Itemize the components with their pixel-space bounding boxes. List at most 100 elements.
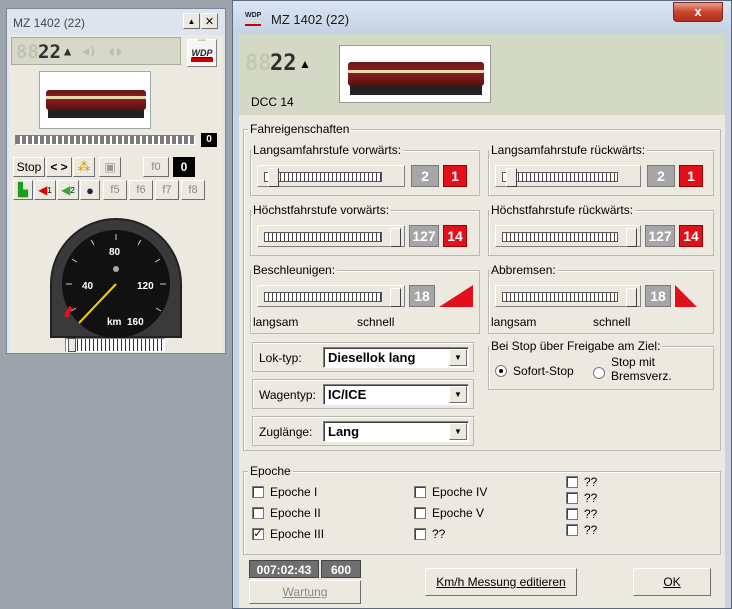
- speed-digits: 22: [38, 41, 61, 63]
- direction-button[interactable]: < >: [46, 157, 72, 177]
- gauge-label-160: 160: [127, 317, 144, 328]
- langsam-vor-slider[interactable]: [257, 165, 405, 187]
- gauge-unit: km: [107, 317, 122, 328]
- main-window-title: MZ 1402 (22): [271, 12, 350, 27]
- chevron-down-icon: ▼: [449, 423, 467, 440]
- sound-button[interactable]: ▣: [99, 157, 121, 177]
- hoechst-rueck-step: 14: [679, 225, 703, 247]
- direction-arrow-icon: ▲: [64, 44, 72, 58]
- messung-button[interactable]: Km/h Messung editieren: [425, 568, 577, 596]
- ok-button[interactable]: OK: [633, 568, 711, 596]
- main-window-titlebar[interactable]: WDP MZ 1402 (22) x: [233, 1, 731, 33]
- hoechst-rueck-group: Höchstfahrstufe rückwärts: 127 14: [488, 203, 714, 256]
- acceleration-ramp-icon: [439, 285, 473, 307]
- fahreigenschaften-group: Fahreigenschaften Langsamfahrstufe vorwä…: [243, 122, 721, 451]
- small-window-titlebar[interactable]: MZ 1402 (22) ▲ ✕: [7, 9, 225, 35]
- abbremsen-slider[interactable]: [495, 285, 641, 307]
- speedometer: 40 80 120 km 160: [50, 218, 182, 338]
- small-window: MZ 1402 (22) ▲ ✕ 88 22 ▲ ◀) ◖◗ """" WDP …: [6, 8, 226, 354]
- train-icon[interactable]: ▙: [13, 180, 33, 200]
- counter-display: 0: [201, 133, 217, 147]
- langsam-rueck-slider[interactable]: [495, 165, 641, 187]
- epoche-label: Epoche II: [270, 506, 321, 520]
- wartung-button[interactable]: Wartung: [249, 580, 361, 604]
- fahreigenschaften-title: Fahreigenschaften: [248, 122, 352, 136]
- speed-slider[interactable]: [65, 338, 165, 352]
- zuglaenge-group: Zuglänge: Lang ▼: [252, 416, 474, 446]
- zuglaenge-select[interactable]: Lang ▼: [323, 421, 469, 442]
- epoche-checkbox[interactable]: [414, 507, 426, 519]
- wdp-app-icon: WDP: [245, 12, 261, 26]
- hoechst-vor-group: Höchstfahrstufe vorwärts: 127 14: [250, 203, 480, 256]
- lok-typ-select[interactable]: Diesellok lang ▼: [323, 347, 469, 368]
- function-strip: [15, 135, 195, 145]
- beschleunigen-value: 18: [409, 285, 435, 307]
- abbremsen-value: 18: [645, 285, 671, 307]
- hoechst-rueck-value: 127: [645, 225, 675, 247]
- epoche-label: Epoche I: [270, 485, 318, 499]
- gauge-label-40: 40: [82, 281, 94, 292]
- header-panel: 88 22 ▲ DCC 14: [239, 33, 725, 115]
- bremsverz-label-1: Stop mit: [611, 355, 656, 369]
- epoche-label: Epoche III: [270, 527, 325, 541]
- beschleunigen-slider[interactable]: [257, 285, 405, 307]
- epoche-checkbox[interactable]: [414, 528, 426, 540]
- hoechst-vor-value: 127: [409, 225, 439, 247]
- wagentyp-label: Wagentyp:: [259, 388, 316, 402]
- time-display: 007:02:43: [249, 560, 319, 578]
- bremsverz-radio[interactable]: [593, 367, 605, 379]
- epoche-checkbox[interactable]: [252, 486, 264, 498]
- epoche-label: Epoche V: [432, 506, 485, 520]
- epoche-checkbox[interactable]: [566, 524, 578, 536]
- bremsverz-label-2: Bremsverz.: [611, 369, 672, 383]
- epoche-title: Epoche: [248, 464, 293, 478]
- speed-digits-dim: 88: [16, 41, 39, 63]
- main-window-body: 88 22 ▲ DCC 14 Fahreigenschaften Langsam…: [239, 33, 725, 608]
- f5-button[interactable]: f5: [103, 180, 127, 200]
- lok-typ-group: Lok-typ: Diesellok lang ▼: [252, 342, 474, 372]
- wdp-logo: """" WDP: [187, 39, 217, 67]
- epoche-checkbox[interactable]: [566, 508, 578, 520]
- f0-button[interactable]: f0: [143, 157, 169, 177]
- zuglaenge-label: Zuglänge:: [259, 425, 313, 439]
- hoechst-rueck-slider[interactable]: [495, 225, 641, 247]
- stop-button[interactable]: Stop: [13, 157, 45, 177]
- gauge-label-80: 80: [109, 247, 121, 258]
- wagentyp-select[interactable]: IC/ICE ▼: [323, 384, 469, 405]
- maximize-button[interactable]: ▲: [183, 13, 200, 29]
- epoche-group: Epoche Epoche I Epoche II ✓ Epoche III Epoch…: [243, 464, 721, 555]
- langsam-vor-group: Langsamfahrstufe vorwärts: 2 1: [250, 143, 480, 196]
- horn1-button[interactable]: ◀ 1: [34, 180, 56, 200]
- close-button[interactable]: ✕: [201, 13, 218, 29]
- epoche-label: ??: [432, 527, 446, 541]
- deceleration-ramp-icon: [675, 285, 697, 307]
- epoche-checkbox[interactable]: [252, 507, 264, 519]
- f7-button[interactable]: f7: [155, 180, 179, 200]
- f8-button[interactable]: f8: [181, 180, 205, 200]
- loco-image: [339, 45, 491, 103]
- f6-button[interactable]: f6: [129, 180, 153, 200]
- epoche-label: Epoche IV: [432, 485, 488, 499]
- wagentyp-group: Wagentyp: IC/ICE ▼: [252, 379, 474, 409]
- epoche-checkbox[interactable]: [414, 486, 426, 498]
- gauge-label-120: 120: [137, 281, 154, 292]
- abbremsen-group: Abbremsen: 18 langsam schnell: [488, 263, 714, 334]
- speed-digits-dim: 88: [245, 51, 272, 76]
- beschleunigen-min: langsam: [253, 315, 299, 329]
- hoechst-vor-slider[interactable]: [257, 225, 405, 247]
- close-window-button[interactable]: x: [673, 2, 723, 22]
- light-button[interactable]: ⁂: [73, 157, 95, 177]
- epoche-checkbox[interactable]: [566, 492, 578, 504]
- shunting-button[interactable]: ●: [80, 180, 100, 200]
- abbremsen-min: langsam: [491, 315, 537, 329]
- epoche-checkbox[interactable]: ✓: [252, 528, 264, 540]
- speed-digits: 22: [270, 51, 297, 76]
- epoche-checkbox[interactable]: [566, 476, 578, 488]
- sound-icon: ◀): [82, 44, 97, 58]
- horn2-button[interactable]: ◀ 2: [57, 180, 79, 200]
- sofort-stop-radio[interactable]: [495, 365, 507, 377]
- epoche-label: ??: [584, 475, 598, 489]
- small-window-body: 88 22 ▲ ◀) ◖◗ """" WDP 0 Stop < > ⁂ ▣ f0…: [9, 35, 223, 353]
- loco-image: [39, 71, 151, 129]
- sofort-stop-label: Sofort-Stop: [513, 364, 574, 378]
